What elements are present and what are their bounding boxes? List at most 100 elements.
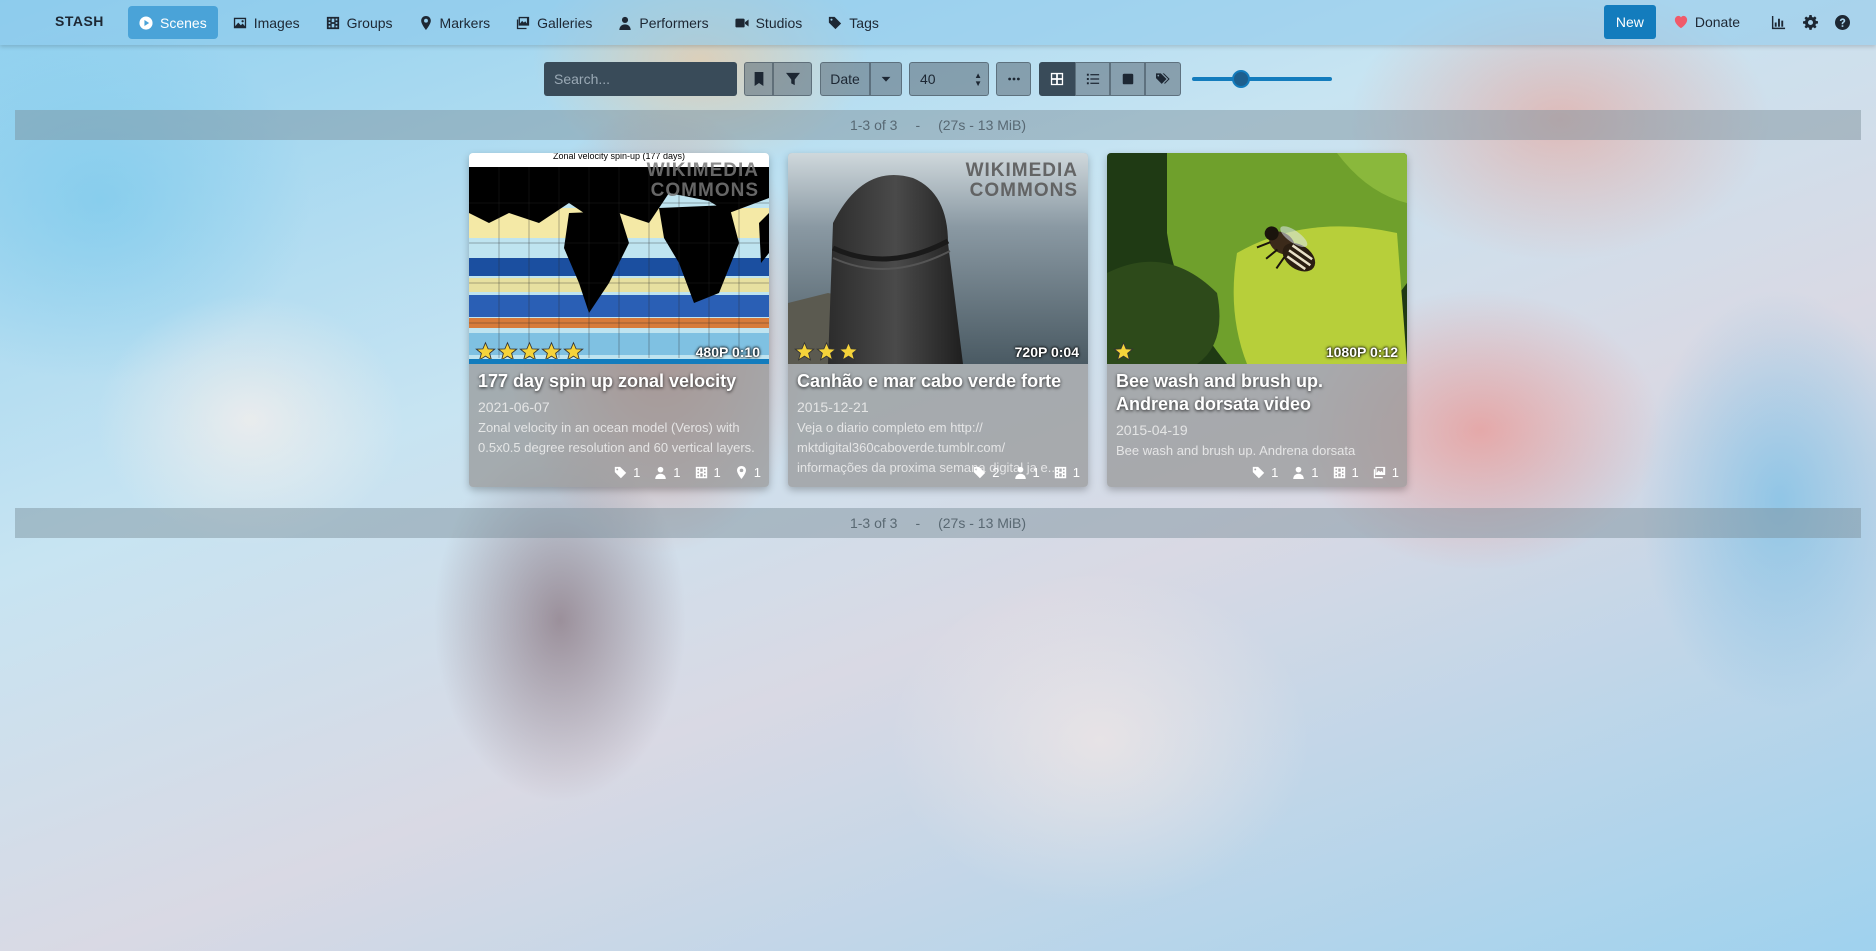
tags-count: 2 xyxy=(992,465,1000,480)
nav-item-scenes[interactable]: Scenes xyxy=(128,6,218,39)
zoom-slider-track[interactable] xyxy=(1192,77,1332,81)
film-icon xyxy=(1054,466,1066,479)
caret-down-icon xyxy=(881,76,891,82)
scene-date: 2015-12-21 xyxy=(797,399,869,415)
filter-button[interactable] xyxy=(773,62,812,96)
nav-item-performers[interactable]: Performers xyxy=(607,6,719,39)
video-icon xyxy=(735,18,749,27)
user-icon xyxy=(619,16,632,30)
performers-count-button[interactable]: 1 xyxy=(1014,465,1040,480)
tags-count: 1 xyxy=(633,465,641,480)
scene-thumbnail[interactable]: 1080P 0:12 xyxy=(1107,153,1407,364)
nav-item-groups[interactable]: Groups xyxy=(315,6,404,39)
scene-title[interactable]: Bee wash and brush up. Andrena dorsata v… xyxy=(1116,370,1398,416)
rating-stars[interactable] xyxy=(1113,341,1134,362)
groups-count: 1 xyxy=(1351,465,1359,480)
nav-item-label: Galleries xyxy=(537,14,593,31)
nav-item-markers[interactable]: Markers xyxy=(408,6,502,39)
scene-card[interactable]: 1080P 0:12 Bee wash and brush up. Andren… xyxy=(1107,153,1407,487)
stats-button[interactable] xyxy=(1762,5,1794,39)
nav-right-group: New Donate xyxy=(1603,5,1858,39)
galleries-count-button[interactable]: 1 xyxy=(1373,465,1399,480)
list-icon xyxy=(1086,73,1099,85)
watermark-line-1: WIKIMEDIA xyxy=(965,160,1078,181)
film-icon xyxy=(1333,466,1345,479)
play-circle-icon xyxy=(139,15,153,30)
grid-view-button[interactable] xyxy=(1039,62,1075,96)
nav-item-images[interactable]: Images xyxy=(222,6,311,39)
sort-direction-button[interactable] xyxy=(870,62,902,96)
saved-filters-button[interactable] xyxy=(744,62,773,96)
summary-separator: - xyxy=(915,515,921,531)
search-input[interactable] xyxy=(544,62,737,96)
tags-icon xyxy=(1156,73,1170,84)
list-view-button[interactable] xyxy=(1075,62,1110,96)
markers-count-button[interactable]: 1 xyxy=(735,465,761,480)
nav-item-label: Markers xyxy=(439,14,491,31)
more-options-button[interactable] xyxy=(996,62,1031,96)
brand-logo[interactable]: STASH xyxy=(55,13,104,29)
performers-count-button[interactable]: 1 xyxy=(1292,465,1319,480)
galleries-count: 1 xyxy=(1391,465,1399,480)
watermark-line-2: COMMONS xyxy=(650,180,759,201)
card-body: Canhão e mar cabo verde forte 2015-12-21… xyxy=(788,364,1088,478)
watermark-text: WIKIMEDIA COMMONS xyxy=(647,161,759,201)
donate-button[interactable]: Donate xyxy=(1668,5,1746,39)
watermark-line-1: WIKIMEDIA xyxy=(646,160,759,181)
nav-item-galleries[interactable]: Galleries xyxy=(505,6,603,39)
summary-separator: - xyxy=(915,117,921,133)
list-toolbar: Date 40 ▲▼ xyxy=(0,62,1876,96)
tagger-view-button[interactable] xyxy=(1145,62,1181,96)
groups-count-button[interactable]: 1 xyxy=(695,465,721,480)
star-icon[interactable] xyxy=(816,341,837,362)
result-size-summary: (27s - 13 MiB) xyxy=(938,117,1027,133)
scene-thumbnail[interactable]: Zonal velocity spin-up (177 days) WIKIME… xyxy=(469,153,769,364)
settings-button[interactable] xyxy=(1794,5,1826,39)
nav-item-label: Tags xyxy=(849,14,879,31)
nav-item-tags[interactable]: Tags xyxy=(817,6,890,39)
groups-count-button[interactable]: 1 xyxy=(1333,465,1359,480)
user-icon xyxy=(1014,466,1026,479)
tags-count-button[interactable]: 1 xyxy=(1252,465,1278,480)
tag-icon xyxy=(829,16,842,29)
scene-title[interactable]: Canhão e mar cabo verde forte xyxy=(797,370,1079,393)
new-scene-button[interactable]: New xyxy=(1603,5,1656,39)
wall-view-button[interactable] xyxy=(1110,62,1145,96)
map-marker-icon xyxy=(420,15,431,30)
rating-stars[interactable] xyxy=(794,341,859,362)
watermark-text: WIKIMEDIA COMMONS xyxy=(966,161,1078,201)
scene-card[interactable]: WIKIMEDIA COMMONS 720P 0:04 Canhão e mar… xyxy=(788,153,1088,487)
groups-count: 1 xyxy=(1072,465,1080,480)
help-button[interactable] xyxy=(1826,5,1858,39)
tags-count-button[interactable]: 1 xyxy=(614,465,640,480)
main-navbar: STASH Scenes Images Groups Markers Galle… xyxy=(0,0,1876,45)
performers-count-button[interactable]: 1 xyxy=(654,465,681,480)
scene-thumbnail[interactable]: WIKIMEDIA COMMONS 720P 0:04 xyxy=(788,153,1088,364)
star-icon[interactable] xyxy=(838,341,859,362)
per-page-select[interactable]: 40 ▲ ▼ xyxy=(909,62,989,96)
scene-title[interactable]: 177 day spin up zonal velocity xyxy=(478,370,760,393)
card-body: Bee wash and brush up. Andrena dorsata v… xyxy=(1107,364,1407,461)
popover-buttons: 1 1 1 1 xyxy=(1252,465,1399,480)
scene-description: Bee wash and brush up. Andrena dorsata xyxy=(1116,443,1356,458)
groups-count-button[interactable]: 1 xyxy=(1054,465,1080,480)
groups-count: 1 xyxy=(713,465,721,480)
square-icon xyxy=(1122,73,1133,85)
star-icon[interactable] xyxy=(794,341,815,362)
markers-count: 1 xyxy=(753,465,761,480)
sort-by-label: Date xyxy=(830,71,860,87)
images-icon xyxy=(516,16,530,29)
resolution-duration: 720P 0:04 xyxy=(1014,344,1079,360)
scene-card[interactable]: Zonal velocity spin-up (177 days) WIKIME… xyxy=(469,153,769,487)
nav-item-studios[interactable]: Studios xyxy=(724,6,814,39)
tags-count-button[interactable]: 2 xyxy=(973,465,1000,480)
star-icon[interactable] xyxy=(1113,341,1134,362)
zoom-slider-handle[interactable] xyxy=(1232,70,1250,88)
ellipsis-icon xyxy=(1007,77,1020,81)
nav-item-label: Images xyxy=(253,14,300,31)
grid-icon xyxy=(1050,72,1064,86)
nav-menu: Scenes Images Groups Markers Galleries P… xyxy=(128,6,894,39)
bookmark-icon xyxy=(754,72,763,86)
sort-by-dropdown[interactable]: Date xyxy=(820,62,870,96)
tag-icon xyxy=(974,466,986,479)
